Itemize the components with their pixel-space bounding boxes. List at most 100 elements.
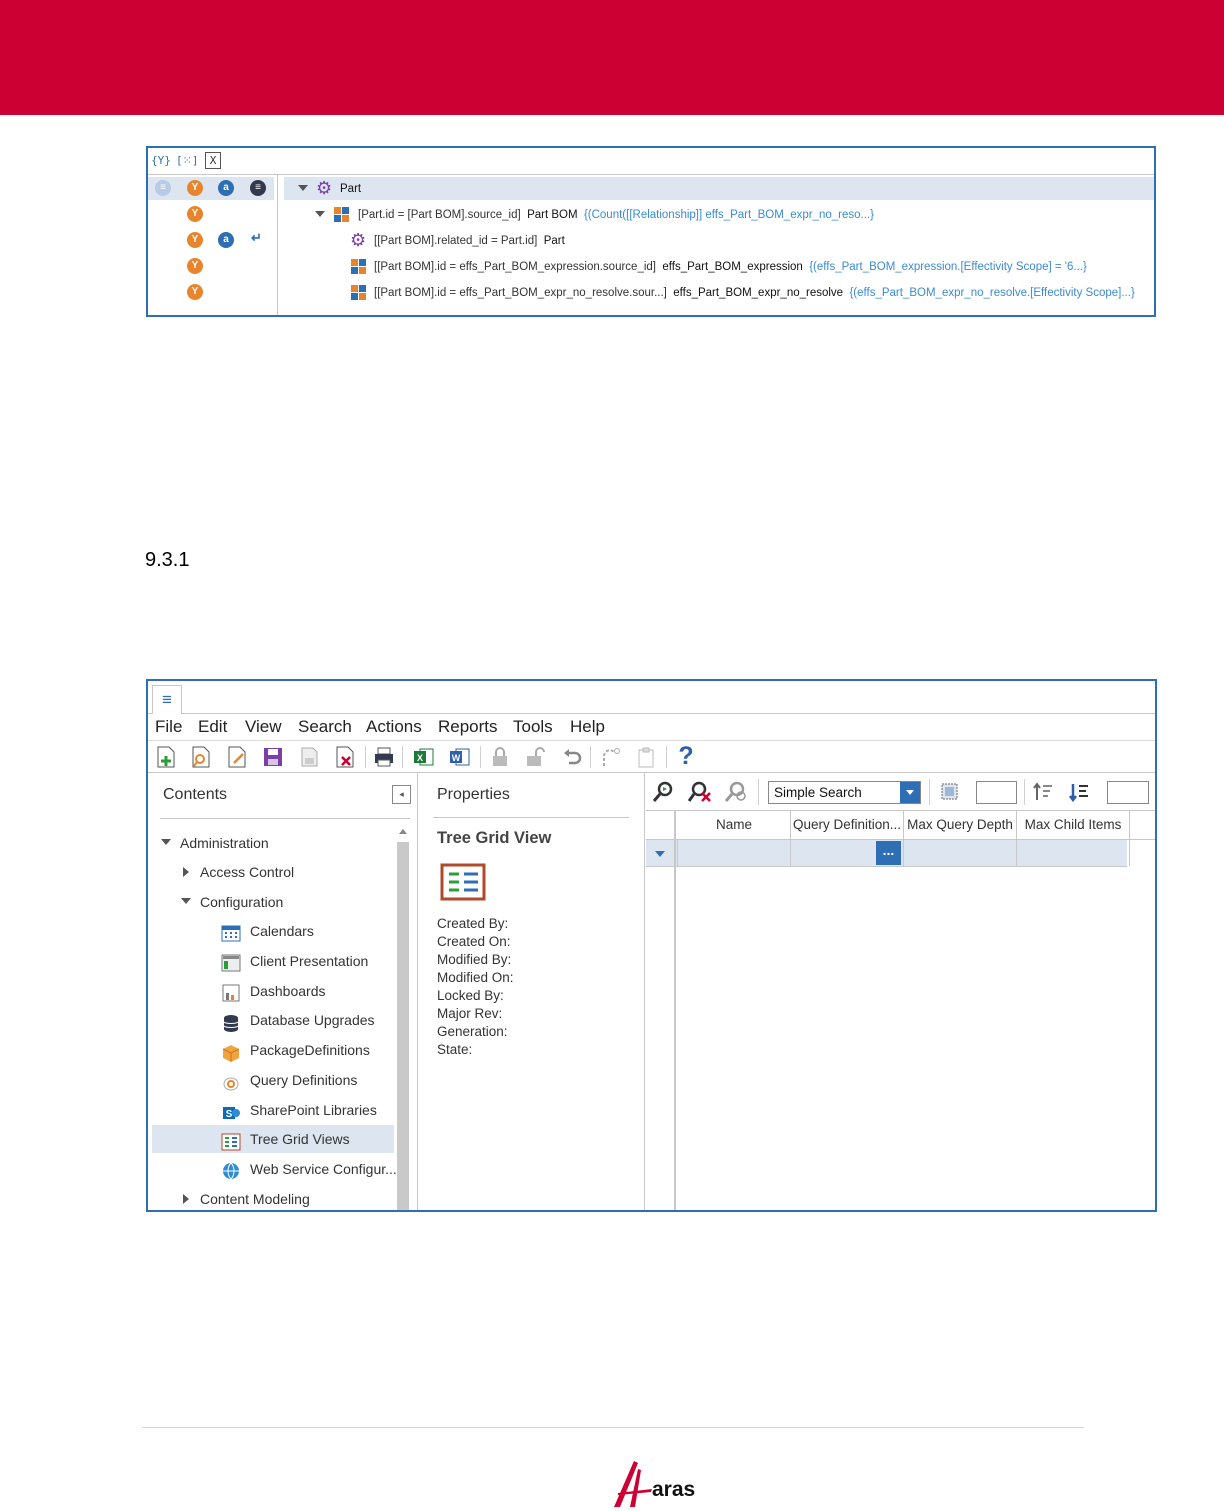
select-all-icon[interactable]	[939, 781, 961, 803]
save-disabled-icon[interactable]	[297, 745, 321, 769]
promote-icon[interactable]	[598, 745, 622, 769]
sort-ascending-icon[interactable]	[1032, 781, 1054, 803]
new-icon[interactable]	[154, 745, 178, 769]
column-header-name[interactable]: Name	[678, 811, 791, 840]
column-header-max-child-items[interactable]: Max Child Items	[1017, 811, 1130, 840]
attribute-icon: a	[218, 232, 234, 248]
scroll-up-arrow-icon[interactable]	[399, 829, 407, 834]
edit-icon[interactable]	[225, 745, 249, 769]
tree-row-join: [[Part BOM].id = effs_Part_BOM_expressio…	[374, 261, 656, 273]
save-icon[interactable]	[261, 745, 285, 769]
name-search-cell[interactable]	[678, 840, 791, 866]
menu-search[interactable]: Search	[298, 717, 352, 737]
sharepoint-icon: S	[223, 1107, 240, 1120]
column-header-query-definition[interactable]: Query Definition...	[791, 811, 904, 840]
hamburger-menu-icon[interactable]: ≡	[152, 685, 182, 714]
saved-search-icon[interactable]	[724, 781, 748, 803]
tab-strip: ≡	[148, 681, 1155, 714]
tree-row-join: [Part.id = [Part BOM].source_id]	[358, 209, 521, 221]
delete-icon[interactable]	[333, 745, 357, 769]
search-mode-select[interactable]: Simple Search	[768, 781, 921, 804]
tree-item-web-service-configuration[interactable]: Web Service Configur...	[250, 1161, 397, 1177]
clipboard-icon[interactable]	[634, 745, 658, 769]
collapse-panel-button[interactable]: ◂	[392, 785, 411, 804]
tree-row[interactable]: [[Part BOM].related_id = Part.id] Part	[374, 234, 565, 248]
tree-item-sharepoint-libraries[interactable]: SharePoint Libraries	[250, 1102, 377, 1118]
unlock-icon[interactable]	[524, 745, 548, 769]
tree-row[interactable]: [[Part BOM].id = effs_Part_BOM_expressio…	[374, 260, 1087, 274]
tree-item-tree-grid-views[interactable]: Tree Grid Views	[250, 1131, 350, 1147]
excel-icon[interactable]: X	[412, 745, 436, 769]
menu-tools[interactable]: Tools	[513, 717, 553, 737]
column-header-max-query-depth[interactable]: Max Query Depth	[904, 811, 1017, 840]
relationship-icon	[351, 259, 367, 275]
tree-row[interactable]: Part	[340, 182, 361, 196]
undo-icon[interactable]	[560, 745, 584, 769]
tree-item-administration[interactable]: Administration	[180, 835, 269, 851]
run-search-icon[interactable]	[652, 781, 676, 803]
print-icon[interactable]	[372, 745, 396, 769]
tree-row-join: [[Part BOM].related_id = Part.id]	[374, 235, 538, 247]
main-toolbar: X W ?	[148, 742, 1155, 773]
menu-help[interactable]: Help	[570, 717, 605, 737]
search-criteria-row[interactable]: ...	[646, 840, 1130, 867]
app-window: ≡ File Edit View Search Actions Reports …	[146, 679, 1157, 1212]
tree-row-name: Part	[543, 235, 565, 247]
expand-arrow-icon[interactable]	[315, 211, 325, 217]
word-icon[interactable]: W	[448, 745, 472, 769]
dropdown-arrow-icon[interactable]	[900, 782, 920, 803]
tree-structure-icon[interactable]: [⁙]	[176, 152, 198, 169]
tree-grid-view-icon	[221, 1133, 241, 1151]
tree-item-package-definitions[interactable]: PackageDefinitions	[250, 1042, 370, 1058]
filter-params-icon[interactable]: {Y}	[151, 152, 171, 169]
tree-row-name: Part	[340, 183, 362, 195]
tree-item-client-presentation[interactable]: Client Presentation	[250, 953, 368, 969]
expand-arrow-icon[interactable]	[298, 185, 308, 191]
filter-icon: Y	[187, 232, 203, 248]
tree-item-content-modeling[interactable]: Content Modeling	[200, 1191, 310, 1207]
clear-search-icon[interactable]	[688, 781, 712, 803]
scrollbar-thumb[interactable]	[397, 842, 409, 1210]
max-query-depth-search-cell[interactable]	[904, 840, 1017, 866]
close-x-icon[interactable]: X	[205, 152, 221, 169]
grid-gutter	[646, 810, 676, 1210]
tree-item-dashboards[interactable]: Dashboards	[250, 983, 326, 999]
tree-row-condition: {(Count([[Relationship]] effs_Part_BOM_e…	[583, 209, 874, 221]
expand-arrow-icon[interactable]	[181, 898, 191, 904]
toolbar-separator	[1024, 779, 1025, 805]
lock-icon[interactable]	[488, 745, 512, 769]
tree-row[interactable]: [Part.id = [Part BOM].source_id] Part BO…	[358, 208, 874, 222]
tree-item-configuration[interactable]: Configuration	[200, 894, 283, 910]
menu-view[interactable]: View	[245, 717, 282, 737]
toolbar-separator	[365, 746, 366, 768]
menu-edit[interactable]: Edit	[198, 717, 227, 737]
aras-logo: aras	[612, 1459, 712, 1509]
ellipsis-button[interactable]: ...	[876, 841, 901, 865]
help-icon[interactable]: ?	[674, 742, 698, 770]
page-size-input[interactable]	[976, 781, 1017, 804]
expand-arrow-icon[interactable]	[161, 839, 171, 845]
search-icon[interactable]	[189, 745, 213, 769]
filter-icon: Y	[187, 180, 203, 196]
attribute-icon: a	[218, 180, 234, 196]
svg-text:W: W	[452, 753, 461, 763]
tree-row[interactable]: [[Part BOM].id = effs_Part_BOM_expr_no_r…	[374, 286, 1135, 300]
query-definition-icon	[223, 1077, 239, 1091]
properties-panel: Properties Tree Grid View Created By: Cr…	[419, 773, 645, 1210]
relationship-icon	[334, 207, 350, 223]
globe-icon	[223, 1162, 239, 1180]
tree-item-query-definitions[interactable]: Query Definitions	[250, 1072, 357, 1088]
collapsed-arrow-icon[interactable]	[183, 867, 189, 877]
max-records-input[interactable]	[1107, 781, 1149, 804]
menu-file[interactable]: File	[155, 717, 182, 737]
tree-item-calendars[interactable]: Calendars	[250, 923, 314, 939]
tree-item-access-control[interactable]: Access Control	[200, 864, 294, 880]
properties-title: Properties	[437, 786, 510, 803]
menu-actions[interactable]: Actions	[366, 717, 422, 737]
menu-reports[interactable]: Reports	[438, 717, 498, 737]
contents-scrollbar[interactable]	[396, 825, 410, 1210]
collapsed-arrow-icon[interactable]	[183, 1194, 189, 1204]
sort-descending-icon[interactable]	[1068, 781, 1090, 803]
max-child-items-search-cell[interactable]	[1017, 840, 1130, 866]
tree-item-database-upgrades[interactable]: Database Upgrades	[250, 1012, 375, 1028]
